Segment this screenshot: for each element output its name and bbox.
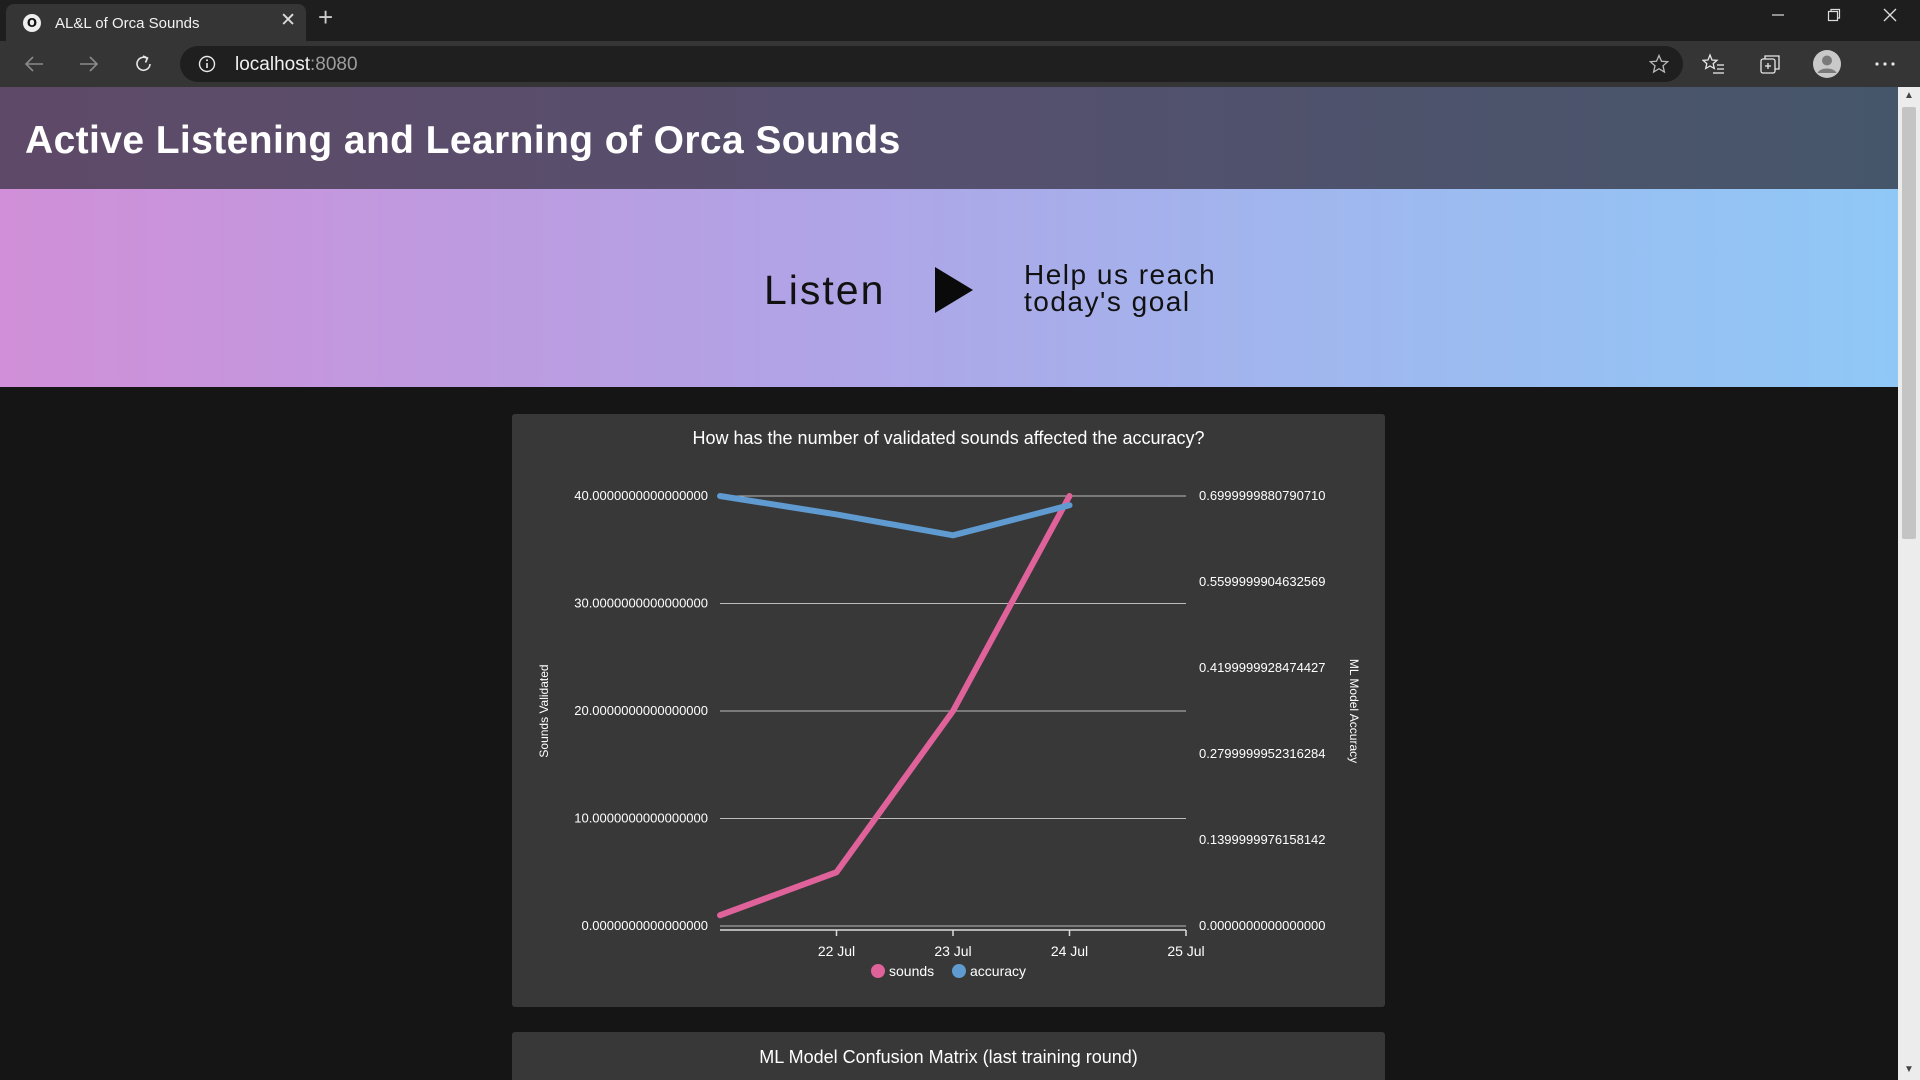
data-point-accuracy bbox=[1067, 503, 1072, 508]
y2-tick-label: 0.5599999904632569 bbox=[1199, 574, 1326, 589]
app-header: Active Listening and Learning of Orca So… bbox=[0, 87, 1898, 189]
listen-label: Listen bbox=[764, 267, 886, 313]
listen-hero-banner: Listen Help us reach today's goal bbox=[0, 189, 1898, 387]
profile-avatar-icon[interactable] bbox=[1811, 49, 1843, 79]
x-tick-label: 24 Jul bbox=[1051, 943, 1088, 959]
tab-close-icon[interactable]: ✕ bbox=[280, 9, 296, 32]
scrollbar-thumb[interactable] bbox=[1902, 107, 1916, 539]
scroll-up-arrow-icon[interactable]: ▲ bbox=[1898, 90, 1920, 104]
data-point-sounds bbox=[1067, 494, 1072, 498]
x-tick-label: 23 Jul bbox=[934, 943, 971, 959]
url-text[interactable]: localhost:8080 bbox=[235, 54, 358, 76]
y-axis-label: Sounds Validated bbox=[537, 664, 551, 757]
favorites-icon[interactable] bbox=[1698, 49, 1730, 79]
scroll-down-arrow-icon[interactable]: ▼ bbox=[1898, 1064, 1920, 1078]
y-tick-label: 20.0000000000000000 bbox=[574, 703, 708, 718]
y-tick-label: 10.0000000000000000 bbox=[574, 811, 708, 826]
legend-label-accuracy: accuracy bbox=[970, 963, 1026, 979]
goal-text: Help us reach today's goal bbox=[1024, 259, 1217, 317]
confusion-matrix-title: ML Model Confusion Matrix (last training… bbox=[759, 1047, 1138, 1067]
collections-icon[interactable] bbox=[1754, 49, 1786, 79]
x-tick-label: 25 Jul bbox=[1167, 943, 1204, 959]
x-tick-label: 22 Jul bbox=[818, 943, 855, 959]
series-line-sounds bbox=[717, 493, 1073, 919]
accuracy-line-chart: 40.0000000000000000 30.0000000000000000 20… bbox=[537, 488, 1361, 979]
chart-card: How has the number of validated sounds a… bbox=[512, 414, 1385, 1007]
tab-favicon-icon: O bbox=[23, 14, 41, 32]
tab-title: AL&L of Orca Sounds bbox=[55, 15, 200, 32]
play-icon bbox=[935, 267, 973, 313]
address-bar[interactable]: localhost:8080 bbox=[180, 46, 1683, 82]
page-scrollbar[interactable]: ▲ ▼ bbox=[1898, 87, 1920, 1080]
data-point-sounds bbox=[718, 913, 722, 918]
forward-arrow-icon[interactable] bbox=[73, 49, 105, 79]
goal-line-2: today's goal bbox=[1024, 286, 1191, 317]
legend-marker-sounds bbox=[871, 964, 885, 978]
favorite-star-icon[interactable] bbox=[1648, 53, 1670, 79]
legend-label-sounds: sounds bbox=[889, 963, 934, 979]
page-title: Active Listening and Learning of Orca So… bbox=[25, 119, 901, 162]
new-tab-icon[interactable]: + bbox=[318, 2, 333, 33]
site-info-icon[interactable] bbox=[198, 55, 216, 78]
browser-tab[interactable]: O AL&L of Orca Sounds ✕ bbox=[6, 4, 306, 41]
y-tick-label: 40.0000000000000000 bbox=[574, 488, 708, 503]
y2-tick-label: 0.2799999952316284 bbox=[1199, 746, 1326, 761]
play-button[interactable] bbox=[935, 267, 975, 318]
confusion-matrix-card: ML Model Confusion Matrix (last training… bbox=[512, 1032, 1385, 1080]
more-options-icon[interactable] bbox=[1869, 49, 1901, 79]
y2-tick-label: 0.6999999880790710 bbox=[1199, 488, 1326, 503]
goal-line-1: Help us reach bbox=[1024, 259, 1217, 290]
data-point-sounds bbox=[951, 709, 955, 713]
reload-icon[interactable] bbox=[128, 49, 160, 79]
minimize-icon[interactable] bbox=[1750, 0, 1806, 30]
browser-nav-bar: localhost:8080 bbox=[0, 41, 1920, 87]
page-viewport: Active Listening and Learning of Orca So… bbox=[0, 87, 1898, 1080]
y2-axis-label: ML Model Accuracy bbox=[1347, 659, 1361, 763]
y-tick-label: 0.0000000000000000 bbox=[581, 918, 708, 933]
data-point-accuracy bbox=[834, 512, 839, 517]
data-point-sounds bbox=[834, 870, 839, 875]
back-arrow-icon[interactable] bbox=[18, 49, 50, 79]
series-line-accuracy bbox=[717, 493, 1073, 539]
browser-tab-bar: O AL&L of Orca Sounds ✕ + bbox=[0, 0, 1920, 41]
legend-marker-accuracy bbox=[952, 964, 966, 978]
url-port: :8080 bbox=[310, 54, 358, 75]
restore-icon[interactable] bbox=[1806, 0, 1862, 30]
y2-tick-label: 0.0000000000000000 bbox=[1199, 918, 1326, 933]
data-point-accuracy bbox=[951, 533, 955, 538]
data-point-accuracy bbox=[718, 494, 722, 498]
y-tick-label: 30.0000000000000000 bbox=[574, 596, 708, 611]
url-host: localhost bbox=[235, 54, 310, 75]
y2-tick-label: 0.4199999928474427 bbox=[1199, 660, 1326, 675]
y2-tick-label: 0.1399999976158142 bbox=[1199, 832, 1326, 847]
close-window-icon[interactable] bbox=[1862, 0, 1918, 30]
